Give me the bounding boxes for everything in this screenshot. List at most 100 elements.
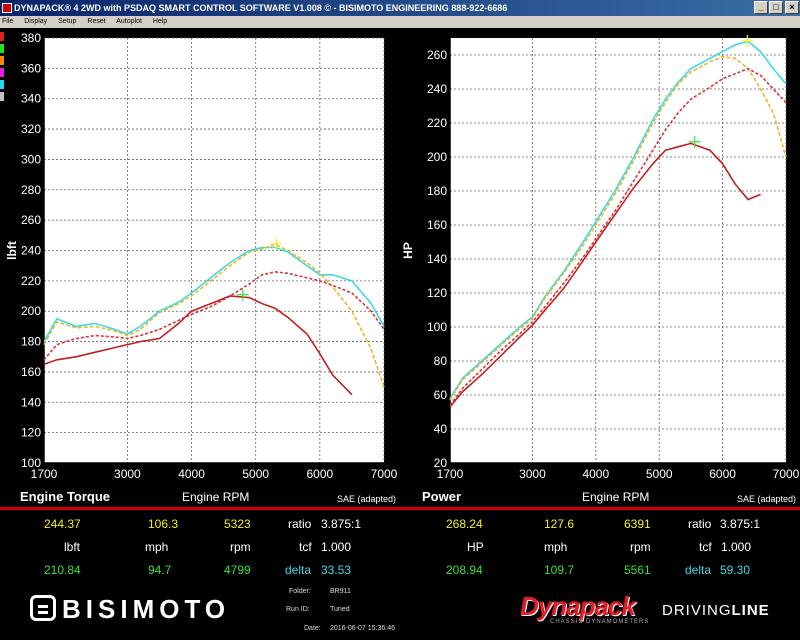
torque-x-tick-label: 3000 [114,467,141,481]
menu-display[interactable]: Display [24,18,47,25]
power-y-tick-label: 40 [434,422,448,436]
power-y-tick-label: 260 [427,48,447,62]
torque-ratio-label: ratio [288,517,312,531]
power-x-tick-label: 5000 [646,467,673,481]
power-y-tick-label: 80 [434,354,448,368]
power-y-tick-label: 180 [427,184,447,198]
drivingline-logo: DRIVINGLINE [662,602,770,619]
torque-base-rpm: 4799 [224,563,251,577]
dynapack-logo-text: Dynapack [520,591,636,621]
folder-label: Folder: [289,588,311,595]
run-swatch-gray[interactable] [0,92,4,101]
torque-y-tick-label: 180 [21,335,41,349]
torque-y-axis-label: lbft [6,241,19,260]
torque-base-value: 210.84 [44,563,81,577]
bisimoto-logo: BISIMOTO [30,594,230,624]
power-x-label: Engine RPM [582,490,650,504]
power-x-tick-label: 1700 [437,467,464,481]
menu-setup[interactable]: Setup [58,18,76,25]
torque-sae-note: SAE (adapted) [336,494,396,504]
power-base-rpm: 5561 [624,563,651,577]
menu-autoplot[interactable]: Autoplot [116,18,142,25]
torque-tcf-label: tcf [299,540,312,554]
close-button[interactable]: × [785,1,799,14]
torque-x-tick-label: 6000 [306,467,333,481]
date-label: Date: [304,625,321,632]
torque-ratio-value: 3.875:1 [321,517,362,531]
torque-delta-label: delta [285,563,312,577]
power-plot-area [450,38,786,463]
torque-x-label: Engine RPM [182,490,250,504]
power-ratio-value: 3.875:1 [720,517,761,531]
torque-peak-mph: 106.3 [148,517,179,531]
power-y-tick-label: 140 [427,252,447,266]
torque-tcf-value: 1.000 [321,540,352,554]
window-titlebar: DYNAPACK® 4 2WD with PSDAQ SMART CONTROL… [0,0,800,16]
power-x-tick-label: 7000 [773,467,800,481]
power-peak-value: 268.24 [446,517,483,531]
torque-mph-label: mph [145,540,169,554]
torque-y-tick-label: 140 [21,395,41,409]
menu-help[interactable]: Help [153,18,167,25]
power-base-value: 208.94 [446,563,483,577]
drivingline-logo-text-1: DRIVING [662,602,732,619]
torque-y-tick-label: 360 [21,61,41,75]
power-y-tick-label: 60 [434,388,448,402]
power-y-tick-label: 220 [427,116,447,130]
power-y-tick-label: 200 [427,150,447,164]
run-swatch-red[interactable] [0,32,4,41]
folder-value: BR911 [330,588,351,595]
dynapack-logo: Dynapack CHASSIS DYNAMOMETERS [520,591,648,625]
power-y-axis-label: HP [402,242,415,259]
torque-y-tick-label: 280 [21,183,41,197]
menu-file[interactable]: File [2,18,13,25]
run-swatch-green[interactable] [0,44,4,53]
divider-line [0,507,800,510]
power-delta-label: delta [685,563,712,577]
power-sae-note: SAE (adapted) [736,494,796,504]
power-chart: 204060801001201401601802002202402601700 3… [402,34,800,481]
minimize-button[interactable]: _ [754,1,768,14]
runid-value: Tuned [330,606,350,613]
menu-reset[interactable]: Reset [87,18,105,25]
bisimoto-logo-text: BISIMOTO [62,594,231,624]
torque-x-tick-label: 7000 [371,467,398,481]
torque-graph-title: Engine Torque [20,489,111,504]
power-peak-rpm: 6391 [624,517,651,531]
drivingline-logo-text-2: LINE [731,602,770,619]
torque-base-mph: 94.7 [148,563,172,577]
torque-y-tick-label: 380 [21,31,41,45]
power-mph-label: mph [544,540,568,554]
torque-y-tick-label: 300 [21,152,41,166]
menu-bar: File Display Setup Reset Autoplot Help [0,16,800,28]
window-title: DYNAPACK® 4 2WD with PSDAQ SMART CONTROL… [14,3,508,13]
power-y-tick-label: 100 [427,320,447,334]
torque-y-tick-label: 340 [21,92,41,106]
power-tcf-value: 1.000 [721,540,752,554]
torque-delta-value: 33.53 [321,563,352,577]
torque-peak-rpm: 5323 [224,517,251,531]
power-y-tick-label: 120 [427,286,447,300]
run-swatch-orange[interactable] [0,56,4,65]
run-swatch-magenta[interactable] [0,68,4,77]
power-y-tick-label: 240 [427,82,447,96]
torque-y-tick-label: 260 [21,213,41,227]
torque-y-tick-label: 240 [21,244,41,258]
torque-x-tick-label: 1700 [31,467,58,481]
torque-x-tick-label: 5000 [242,467,269,481]
date-value: 2016-06-07 15:36:46 [330,625,395,632]
torque-y-tick-label: 160 [21,365,41,379]
torque-rpm-label: rpm [230,540,251,554]
maximize-button[interactable]: □ [769,1,783,14]
power-graph-title: Power [422,489,462,504]
power-ratio-label: ratio [688,517,712,531]
torque-y-tick-label: 320 [21,122,41,136]
torque-unit-label: lbft [64,540,81,554]
power-x-tick-label: 3000 [519,467,546,481]
torque-chart: 1001201401601802002202402602803003203403… [6,31,398,481]
dynapack-logo-subtitle: CHASSIS DYNAMOMETERS [550,619,650,625]
power-base-mph: 109.7 [544,563,575,577]
power-tcf-label: tcf [699,540,712,554]
run-swatch-cyan[interactable] [0,80,4,89]
torque-graph: 100 120 140 160 180 200 220 240 260 280 300 320 340 3… [6,30,400,506]
